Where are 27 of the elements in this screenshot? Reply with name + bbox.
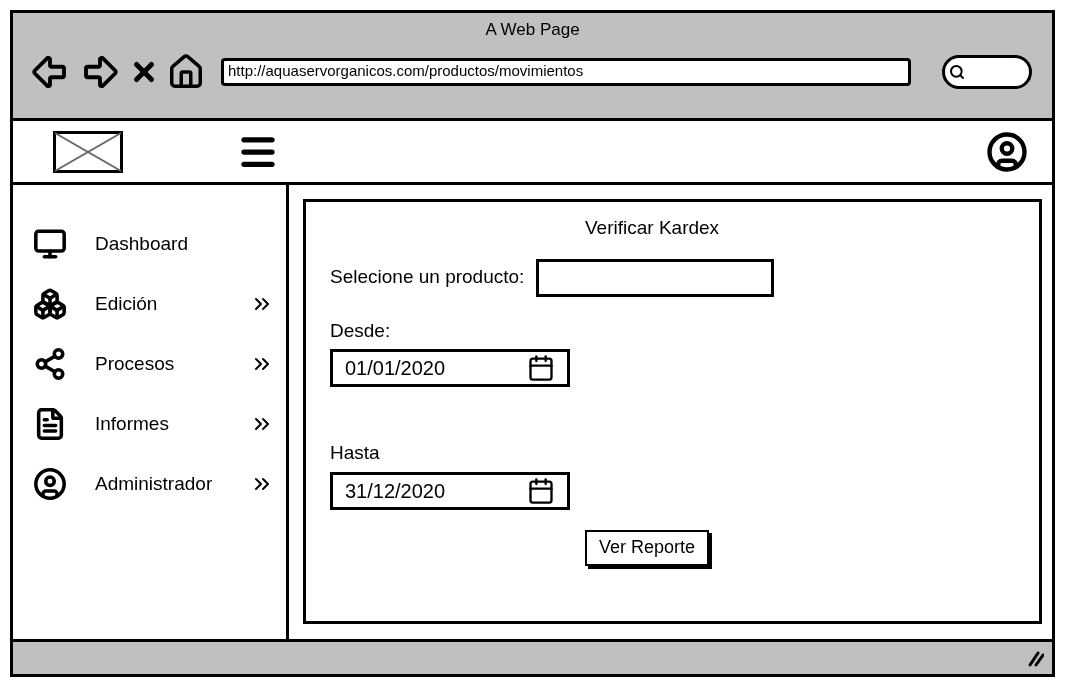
sidebar-item[interactable]: Edición: [33, 283, 274, 325]
field-label: Hasta: [330, 441, 381, 465]
search-field[interactable]: [942, 54, 1032, 89]
monitor-icon: [33, 227, 67, 261]
sidebar-item[interactable]: Administrador: [33, 463, 274, 505]
resize-grip-icon: [1026, 649, 1044, 667]
sidebar-item[interactable]: Dashboard: [33, 223, 274, 265]
share-icon: [33, 347, 67, 381]
home-icon[interactable]: [167, 52, 205, 91]
user-icon[interactable]: [986, 130, 1028, 173]
calendar-icon[interactable]: [527, 354, 555, 382]
search-icon: [949, 63, 965, 80]
calendar-icon[interactable]: [527, 476, 555, 505]
window-title: A Web Page: [485, 19, 580, 41]
boxes-icon: [33, 287, 67, 321]
sidebar-item[interactable]: Procesos: [33, 343, 274, 385]
url-field[interactable]: http://aquaservorganicos.com/productos/movimientos: [221, 57, 911, 86]
logo-placeholder-icon: [53, 130, 123, 173]
date-field[interactable]: 31/12/2020: [330, 471, 570, 510]
sidebar-item[interactable]: Informes: [33, 403, 274, 445]
field-label: Selecione un producto:: [330, 265, 525, 290]
report-button[interactable]: Ver Reporte: [585, 529, 710, 566]
field-label: Desde:: [330, 318, 392, 343]
form-title: Verificar Kardex: [585, 216, 721, 240]
product-field[interactable]: [536, 258, 775, 297]
date-field[interactable]: 01/01/2020: [330, 349, 570, 387]
user-icon: [33, 467, 67, 501]
